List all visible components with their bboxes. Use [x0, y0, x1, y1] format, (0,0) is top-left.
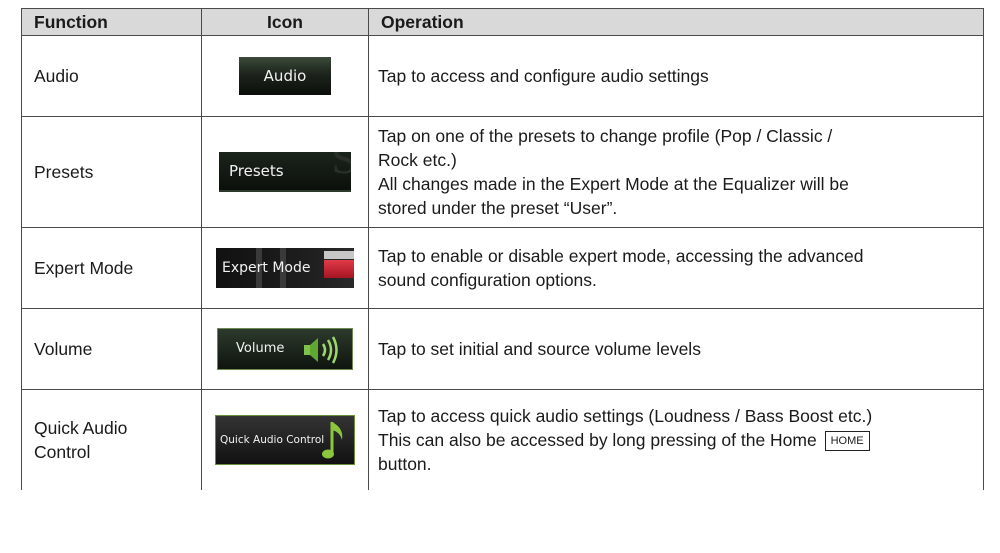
table-row: Expert Mode Expert Mode Tap to enable or… — [21, 227, 984, 309]
operation-line: Rock etc.) — [378, 150, 457, 170]
presets-button[interactable]: S Presets — [219, 152, 351, 192]
operation-line: stored under the preset “User”. — [378, 198, 618, 218]
table-row: Audio Audio Tap to access and configure … — [21, 35, 984, 117]
quick-audio-control-button[interactable]: Quick Audio Control — [215, 415, 355, 465]
operation-line: Tap on one of the presets to change prof… — [378, 126, 833, 146]
header-row: Function Icon Operation — [21, 8, 984, 36]
function-name: Audio — [21, 35, 202, 117]
operation-line: This can also be accessed by long pressi… — [378, 428, 973, 452]
home-key-icon: HOME — [824, 431, 870, 452]
operation-text: Tap on one of the presets to change prof… — [368, 116, 984, 228]
header-operation: Operation — [368, 8, 984, 36]
function-name-line: Control — [34, 442, 91, 462]
icon-cell: Quick Audio Control — [201, 389, 369, 490]
operation-line: Tap to access and configure audio settin… — [378, 66, 709, 86]
operation-line-text: This can also be accessed by long pressi… — [378, 430, 817, 450]
function-name: Presets — [21, 116, 202, 228]
volume-button-label: Volume — [236, 341, 285, 356]
audio-button-label: Audio — [263, 67, 307, 85]
header-icon: Icon — [201, 8, 369, 36]
icon-cell: Volume — [201, 308, 369, 390]
toggle-track-icon — [324, 251, 354, 259]
audio-button[interactable]: Audio — [239, 57, 331, 95]
operation-text: Tap to access quick audio settings (Loud… — [368, 389, 984, 490]
icon-cell: Audio — [201, 35, 369, 117]
operation-line: All changes made in the Expert Mode at t… — [378, 174, 849, 194]
expert-mode-button[interactable]: Expert Mode — [216, 248, 354, 288]
table-row: Presets S Presets Tap on one of the pres… — [21, 116, 984, 228]
speaker-icon — [304, 336, 338, 364]
volume-button[interactable]: Volume — [217, 328, 353, 370]
operation-text: Tap to set initial and source volume lev… — [368, 308, 984, 390]
operation-line: Tap to set initial and source volume lev… — [378, 339, 701, 359]
presets-button-label: Presets — [229, 162, 284, 180]
operation-text: Tap to enable or disable expert mode, ac… — [368, 227, 984, 309]
function-table: Function Icon Operation Audio Audio Tap … — [21, 8, 984, 490]
operation-line: Tap to access quick audio settings (Loud… — [378, 406, 873, 426]
function-name: Quick Audio Control — [21, 389, 202, 490]
function-name: Volume — [21, 308, 202, 390]
toggle-indicator-icon — [324, 260, 354, 278]
icon-cell: Expert Mode — [201, 227, 369, 309]
operation-line: sound configuration options. — [378, 270, 597, 290]
quick-audio-control-label: Quick Audio Control — [220, 434, 325, 446]
expert-mode-button-label: Expert Mode — [222, 260, 311, 276]
operation-line: button. — [378, 454, 432, 474]
header-function: Function — [21, 8, 202, 36]
operation-line: Tap to enable or disable expert mode, ac… — [378, 246, 864, 266]
music-note-icon — [322, 422, 343, 459]
presets-ghost-glyph-icon: S — [331, 152, 351, 179]
icon-cell: S Presets — [201, 116, 369, 228]
function-name-line: Quick Audio — [34, 418, 128, 438]
operation-text: Tap to access and configure audio settin… — [368, 35, 984, 117]
table-row: Volume Volume Tap to set initial and sou… — [21, 308, 984, 390]
table-row: Quick Audio Control Quick Audio Control … — [21, 389, 984, 490]
function-name: Expert Mode — [21, 227, 202, 309]
